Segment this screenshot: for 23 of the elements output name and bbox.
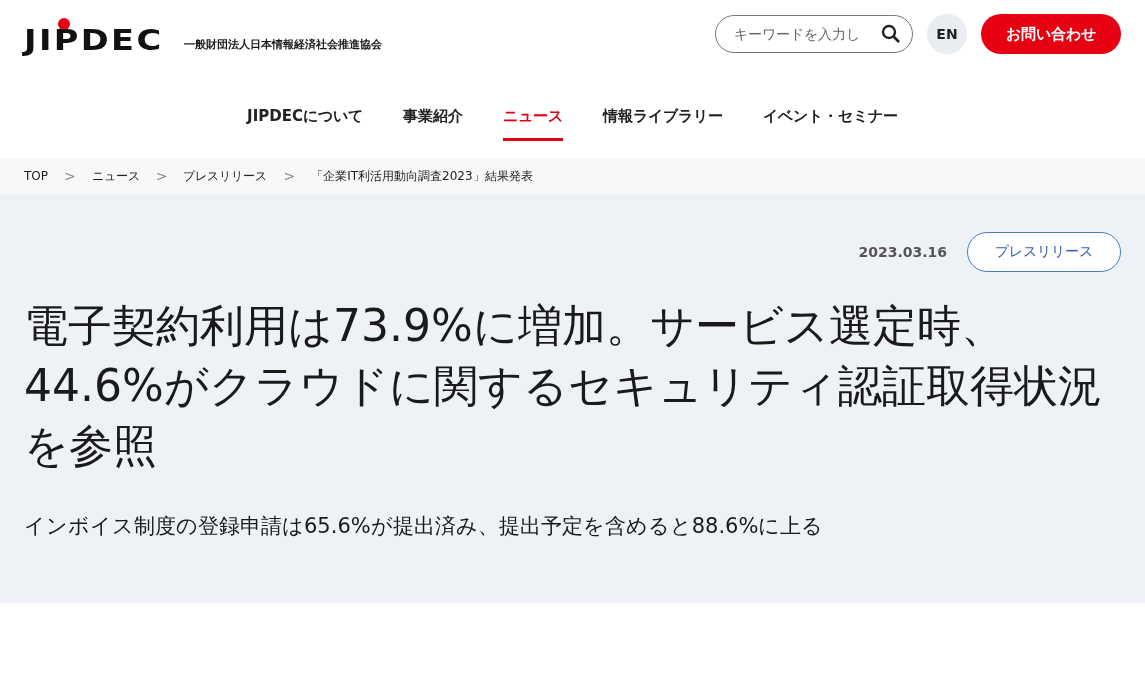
breadcrumb-separator: >	[283, 168, 296, 184]
breadcrumb-separator: >	[64, 168, 76, 184]
search-field[interactable]: キーワードを入力し	[715, 15, 913, 53]
category-tag[interactable]: プレスリリース	[967, 232, 1121, 272]
logo-dot-icon	[58, 18, 70, 30]
language-button[interactable]: EN	[927, 14, 967, 54]
contact-button[interactable]: お問い合わせ	[981, 14, 1121, 54]
organization-name: 一般財団法人日本情報経済社会推進協会	[184, 37, 383, 52]
logo[interactable]: JIPDEC	[24, 28, 164, 54]
publish-date: 2023.03.16	[858, 244, 947, 260]
nav-link[interactable]: 情報ライブラリー	[602, 91, 723, 141]
breadcrumb-link[interactable]: プレスリリース	[183, 167, 268, 185]
nav-link[interactable]: ニュース	[502, 91, 563, 141]
breadcrumb-link[interactable]: ニュース	[91, 167, 140, 185]
article-title: 電子契約利用は73.9%に増加。サービス選定時、44.6%がクラウドに関するセキュリティ認証取得状況を参照	[24, 299, 1103, 473]
breadcrumb-link[interactable]: TOP	[24, 169, 48, 183]
nav-link[interactable]: イベント・セミナー	[762, 91, 898, 141]
breadcrumb-current: 「企業IT利活用動向調査2023」結果発表	[311, 167, 533, 185]
nav-link[interactable]: 事業紹介	[402, 91, 463, 141]
search-icon[interactable]	[881, 24, 901, 44]
nav-link[interactable]: JIPDECについて	[247, 91, 363, 141]
breadcrumb-separator: >	[155, 168, 168, 184]
article-subtitle: インボイス制度の登録申請は65.6%が提出済み、提出予定を含めると88.6%に上る	[24, 513, 825, 540]
